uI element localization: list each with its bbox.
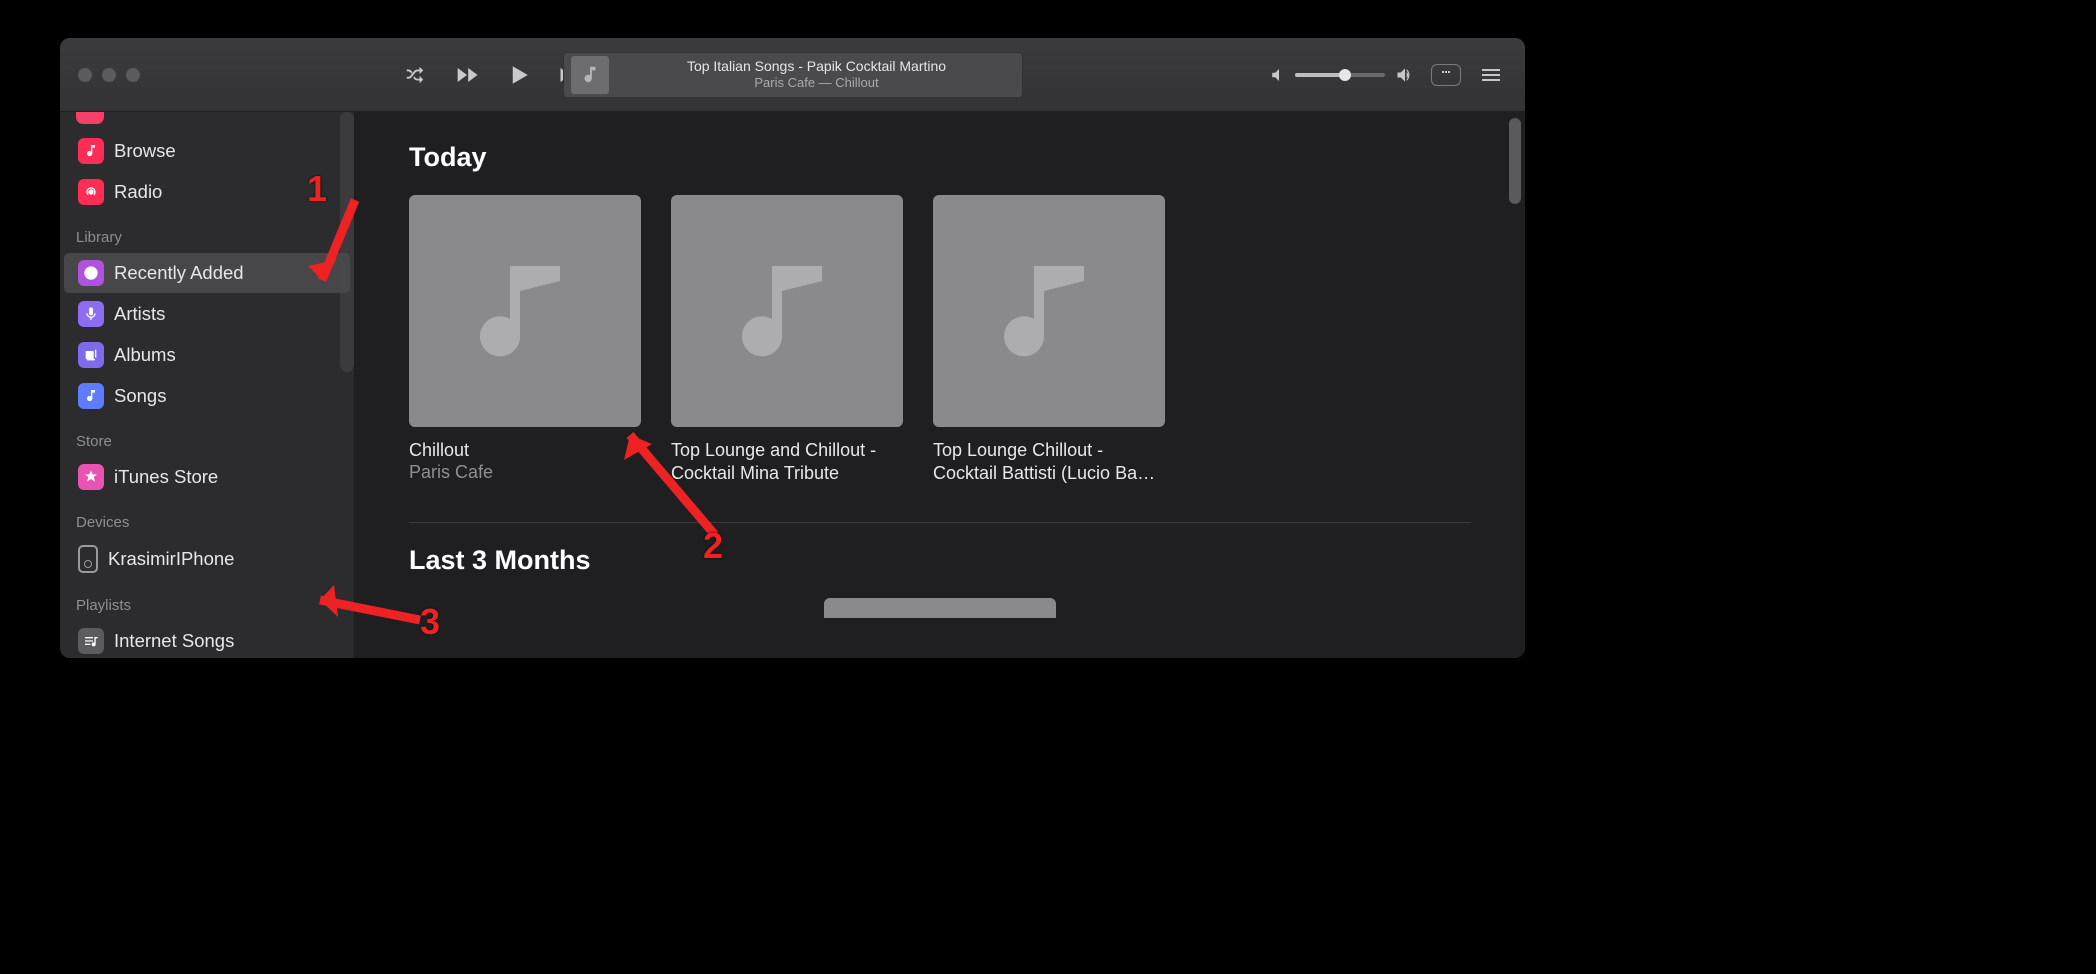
annotation-arrow-3: [290, 575, 430, 645]
star-icon: [78, 464, 104, 490]
queue-button[interactable]: [1477, 61, 1505, 89]
music-app-window: Top Italian Songs - Papik Cocktail Marti…: [60, 38, 1525, 658]
mic-icon: [78, 301, 104, 327]
sidebar-item-songs[interactable]: Songs: [64, 376, 350, 416]
now-playing-artwork: [571, 56, 609, 94]
annotation-number-2: 2: [703, 525, 723, 567]
album-art-placeholder: [933, 195, 1165, 427]
now-playing-title: Top Italian Songs - Papik Cocktail Marti…: [619, 58, 1015, 75]
phone-icon: [78, 545, 98, 573]
shuffle-button[interactable]: [400, 60, 430, 90]
volume-high-icon: [1395, 65, 1415, 85]
sidebar-item-browse[interactable]: Browse: [64, 131, 350, 171]
radio-icon: [78, 179, 104, 205]
sidebar-label: Internet Songs: [114, 630, 234, 652]
sidebar-header-devices: Devices: [60, 498, 354, 537]
album-card[interactable]: Top Lounge Chillout - Cocktail Battisti …: [933, 195, 1165, 486]
for-you-clip-icon: [76, 112, 104, 124]
sidebar-item-itunes-store[interactable]: iTunes Store: [64, 457, 350, 497]
volume-slider[interactable]: [1295, 73, 1385, 77]
music-note-icon: [78, 138, 104, 164]
main-scrollbar[interactable]: [1509, 118, 1521, 204]
sidebar-item-albums[interactable]: Albums: [64, 335, 350, 375]
window-traffic-lights: [60, 68, 355, 82]
annotation-number-3: 3: [420, 601, 440, 643]
sidebar-item-device-iphone[interactable]: KrasimirIPhone: [64, 538, 350, 580]
play-button[interactable]: [504, 60, 534, 90]
minimize-window-button[interactable]: [102, 68, 116, 82]
clock-icon: [78, 260, 104, 286]
sidebar-label: iTunes Store: [114, 466, 218, 488]
titlebar: Top Italian Songs - Papik Cocktail Marti…: [60, 38, 1525, 112]
note-icon: [78, 383, 104, 409]
section-title-today: Today: [409, 142, 1471, 173]
album-title: Top Lounge Chillout - Cocktail Battisti …: [933, 439, 1165, 486]
sidebar-label: Recently Added: [114, 262, 244, 284]
sidebar-label: Songs: [114, 385, 166, 407]
sidebar-header-store: Store: [60, 417, 354, 456]
sidebar-label: Browse: [114, 140, 176, 162]
today-cards-row: Chillout Paris Cafe Top Lounge and Chill…: [409, 195, 1471, 486]
volume-low-icon: [1267, 66, 1285, 84]
album-art-placeholder: [409, 195, 641, 427]
main-content: Today Chillout Paris Cafe Top Lounge a: [355, 112, 1525, 658]
sidebar-label: Radio: [114, 181, 162, 203]
sidebar-label: Artists: [114, 303, 165, 325]
playlist-icon: [78, 628, 104, 654]
lyrics-button[interactable]: [1431, 64, 1461, 86]
volume-control[interactable]: [1267, 65, 1415, 85]
right-controls: [1267, 61, 1525, 89]
sidebar-label: KrasimirIPhone: [108, 548, 234, 570]
section-title-last-3-months: Last 3 Months: [409, 545, 1471, 576]
now-playing-lcd[interactable]: Top Italian Songs - Papik Cocktail Marti…: [563, 52, 1023, 98]
now-playing-subtitle: Paris Cafe — Chillout: [619, 75, 1015, 91]
close-window-button[interactable]: [78, 68, 92, 82]
annotation-number-1: 1: [307, 168, 327, 210]
album-art-placeholder: [671, 195, 903, 427]
fullscreen-window-button[interactable]: [126, 68, 140, 82]
previous-button[interactable]: [452, 60, 482, 90]
albums-icon: [78, 342, 104, 368]
sidebar-label: Albums: [114, 344, 176, 366]
album-card-peek[interactable]: [824, 598, 1056, 618]
section-divider: [409, 522, 1471, 523]
